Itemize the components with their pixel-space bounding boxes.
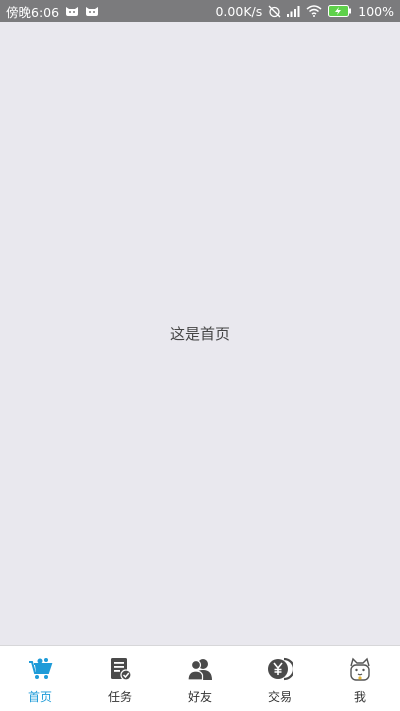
tab-me[interactable]: 我 (320, 646, 400, 711)
cat-icon (66, 7, 79, 16)
cat-icon (86, 7, 99, 16)
tab-me-label: 我 (353, 690, 366, 704)
tab-tasks-label: 任务 (107, 690, 132, 704)
status-time: 傍晚6:06 (6, 4, 60, 20)
task-list-icon (111, 658, 132, 681)
tab-trade[interactable]: 交易 (240, 646, 320, 711)
tab-home-label: 首页 (27, 690, 52, 704)
friends-icon (187, 659, 212, 681)
tab-home[interactable]: 首页 (0, 646, 80, 711)
signal-icon (287, 6, 300, 17)
tab-trade-label: 交易 (267, 690, 292, 704)
basket-icon (29, 658, 53, 679)
tab-tasks[interactable]: 任务 (80, 646, 160, 711)
screen: 傍晚6:06 0.00K/s 100% 这是首页 首页 任务 好友 交易 我 (0, 0, 400, 711)
yen-coin-icon (268, 657, 293, 681)
tab-friends-label: 好友 (187, 690, 212, 704)
tab-friends[interactable]: 好友 (160, 646, 240, 711)
battery-charging-icon (328, 5, 352, 17)
status-left: 傍晚6:06 (6, 2, 99, 21)
status-right: 0.00K/s 100% (215, 4, 394, 19)
home-page-text: 这是首页 (169, 325, 230, 343)
battery-level: 100% (358, 3, 394, 19)
status-bar: 傍晚6:06 0.00K/s 100% (0, 0, 400, 22)
wifi-icon (306, 5, 322, 17)
bottom-tab-bar: 首页 任务 好友 交易 我 (0, 645, 400, 711)
lucky-cat-icon (350, 657, 370, 681)
network-speed: 0.00K/s (215, 3, 263, 19)
main-content: 这是首页 (0, 22, 400, 645)
alarm-off-icon (268, 5, 281, 17)
